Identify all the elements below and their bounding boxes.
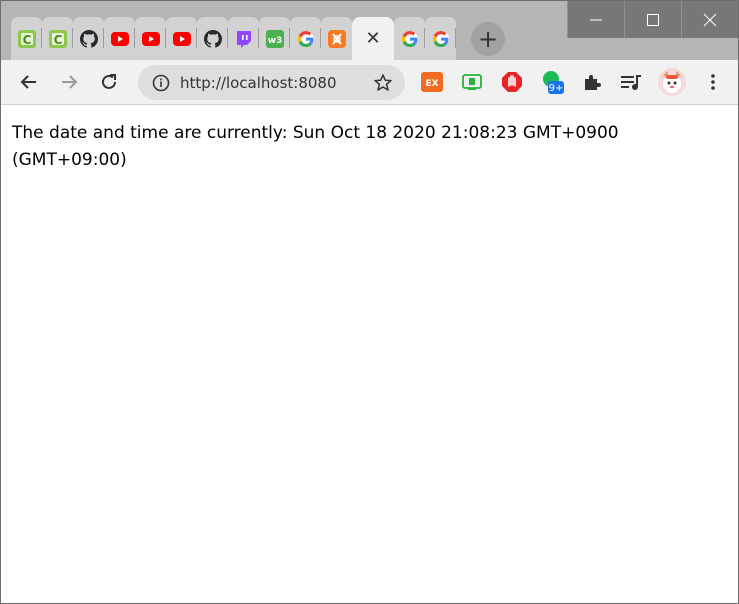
tab[interactable] xyxy=(166,17,197,60)
ex-extension-icon[interactable]: EX xyxy=(420,70,444,94)
profile-avatar[interactable] xyxy=(657,67,687,97)
new-tab-button[interactable]: + xyxy=(471,22,505,56)
forward-button[interactable] xyxy=(54,67,84,97)
address-bar[interactable]: http://localhost:8080 xyxy=(138,65,405,100)
svg-text:9+: 9+ xyxy=(549,83,564,94)
c-green-icon: C xyxy=(48,29,67,48)
close-window-button[interactable] xyxy=(681,1,738,38)
github-icon xyxy=(79,29,98,48)
youtube-icon xyxy=(110,30,129,48)
maximize-icon xyxy=(647,13,659,26)
reload-icon xyxy=(102,74,116,89)
green-extension-icon[interactable] xyxy=(460,70,484,94)
google-icon xyxy=(432,30,450,48)
github-icon xyxy=(203,29,222,48)
menu-button[interactable] xyxy=(698,67,728,97)
url-text[interactable]: http://localhost:8080 xyxy=(180,74,337,92)
google-icon xyxy=(401,30,419,48)
tab[interactable]: C xyxy=(11,17,42,60)
tab[interactable] xyxy=(425,17,456,60)
bookmark-star-icon[interactable] xyxy=(373,73,393,97)
info-icon[interactable] xyxy=(152,74,170,96)
svg-text:C: C xyxy=(53,33,62,47)
svg-text:C: C xyxy=(22,33,31,47)
xampp-icon xyxy=(327,29,346,48)
close-icon xyxy=(703,13,717,26)
tab[interactable] xyxy=(197,17,228,60)
tab[interactable] xyxy=(104,17,135,60)
tab-list: C C w3 ✕ xyxy=(11,17,456,60)
maximize-button[interactable] xyxy=(624,1,681,38)
tab[interactable] xyxy=(135,17,166,60)
tab[interactable]: w3 xyxy=(259,17,290,60)
arrow-right-icon xyxy=(62,75,78,89)
green-dot-extension-icon[interactable]: 9+ xyxy=(540,70,564,94)
google-icon xyxy=(297,30,315,48)
svg-text:w3: w3 xyxy=(267,36,282,46)
tab[interactable] xyxy=(228,17,259,60)
page-content: The date and time are currently: Sun Oct… xyxy=(1,106,738,603)
plus-icon: + xyxy=(477,25,499,53)
more-vert-icon xyxy=(711,74,715,90)
tab-strip: C C w3 ✕ + xyxy=(1,1,738,60)
close-tab-icon[interactable]: ✕ xyxy=(365,29,380,48)
browser-toolbar: http://localhost:8080 EX 9+ xyxy=(1,60,738,105)
stop-hand-extension-icon[interactable] xyxy=(500,70,524,94)
twitch-icon xyxy=(235,30,253,48)
minimize-button[interactable] xyxy=(567,1,624,38)
tab-active[interactable]: ✕ xyxy=(352,17,394,60)
arrow-left-icon xyxy=(20,75,36,89)
back-button[interactable] xyxy=(14,67,44,97)
date-time-text: The date and time are currently: Sun Oct… xyxy=(12,123,619,170)
media-queue-icon[interactable] xyxy=(619,70,643,94)
c-green-icon: C xyxy=(17,29,36,48)
tab[interactable]: C xyxy=(42,17,73,60)
tab[interactable] xyxy=(290,17,321,60)
svg-text:EX: EX xyxy=(425,79,438,89)
puzzle-extensions-icon[interactable] xyxy=(580,70,604,94)
window-controls xyxy=(567,1,738,38)
minimize-icon xyxy=(590,19,602,20)
w3-icon: w3 xyxy=(265,29,284,48)
tab[interactable] xyxy=(394,17,425,60)
tab[interactable] xyxy=(73,17,104,60)
youtube-icon xyxy=(141,30,160,48)
reload-button[interactable] xyxy=(94,67,124,97)
tab[interactable] xyxy=(321,17,352,60)
browser-window: C C w3 ✕ + http://localhost:8080 EX 9+ T… xyxy=(0,0,739,604)
youtube-icon xyxy=(172,30,191,48)
